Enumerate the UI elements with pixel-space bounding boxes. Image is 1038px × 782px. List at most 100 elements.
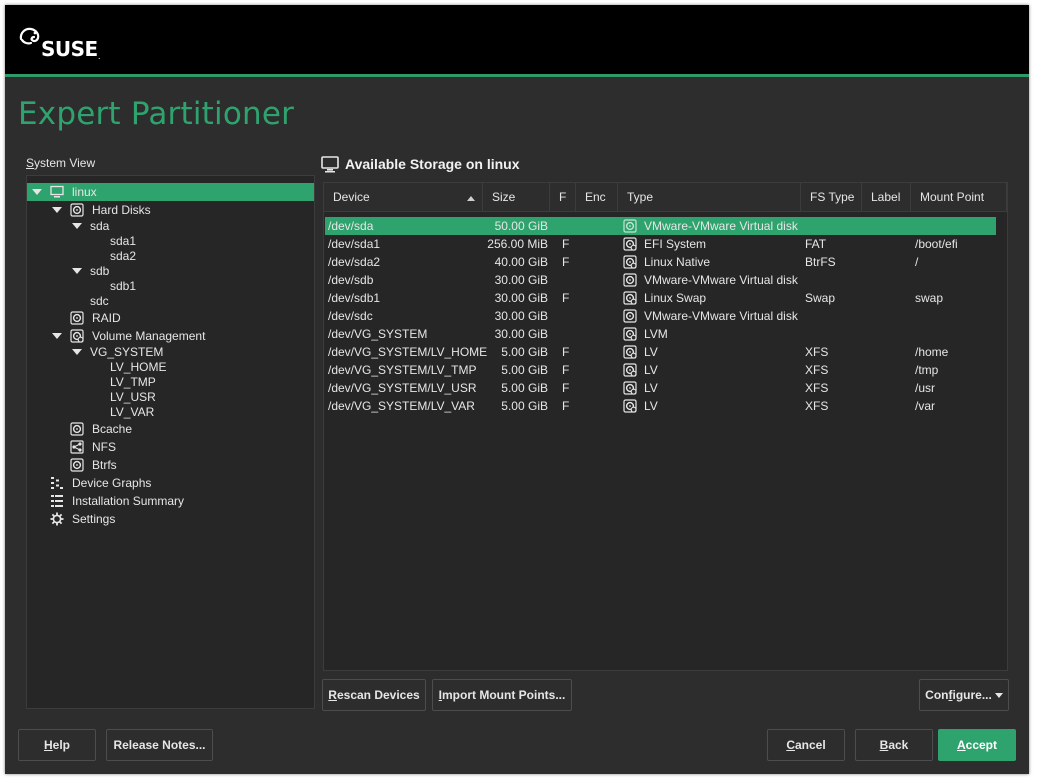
fs-type-cell: BtrFS xyxy=(805,255,836,269)
disk-icon xyxy=(623,309,637,323)
logo-dot: . xyxy=(98,51,101,61)
chevron-down-icon[interactable] xyxy=(32,189,42,195)
tree-item-settings[interactable]: Settings xyxy=(27,510,314,528)
available-storage-title: Available Storage on linux xyxy=(345,156,520,172)
size-cell: 5.00 GiB xyxy=(501,399,548,413)
release-notes-button[interactable]: Release Notes... xyxy=(106,729,213,761)
table-row[interactable]: /dev/sda 50.00 GiB VMware-VMware Virtual d… xyxy=(325,217,996,235)
partition-icon xyxy=(623,255,637,269)
tree-item-sdc[interactable]: sdc xyxy=(27,292,314,310)
type-cell: LV xyxy=(644,381,658,395)
tree-item-lv-var[interactable]: LV_VAR xyxy=(27,403,314,421)
device-cell: /dev/sdc xyxy=(328,309,373,323)
size-cell: 5.00 GiB xyxy=(501,363,548,377)
tree-item-btrfs[interactable]: Btrfs xyxy=(27,456,314,474)
page-title: Expert Partitioner xyxy=(18,96,295,132)
table-row[interactable]: /dev/VG_SYSTEM/LV_HOME 5.00 GiB F LV XFS/hom… xyxy=(324,343,1007,361)
fs-type-cell: FAT xyxy=(805,237,827,251)
tree-item-installation-summary[interactable]: Installation Summary xyxy=(27,492,314,510)
column-header-fs-type[interactable]: FS Type xyxy=(801,183,862,212)
chevron-down-icon[interactable] xyxy=(72,223,82,229)
back-button[interactable]: Back xyxy=(855,729,933,761)
raid-icon xyxy=(70,311,84,325)
chameleon-icon xyxy=(19,27,40,45)
type-cell: Linux Swap xyxy=(644,291,707,305)
column-header-device[interactable]: Device xyxy=(324,183,483,212)
configure-menu-button[interactable]: Configure... xyxy=(919,679,1009,711)
button-label: Con xyxy=(925,688,949,702)
button-label: elp xyxy=(52,738,70,752)
tree-item-label: NFS xyxy=(92,440,116,454)
table-row[interactable]: /dev/sda2 40.00 GiB F Linux Native BtrFS / xyxy=(324,253,1007,271)
table-row[interactable]: /dev/sdb 30.00 GiB VMware-VMware Virtual d… xyxy=(324,271,1007,289)
format-flag-cell: F xyxy=(562,291,570,305)
import-mount-points-button[interactable]: Import Mount Points... xyxy=(432,679,572,711)
format-flag-cell: F xyxy=(562,345,570,359)
type-cell: LV xyxy=(644,399,658,413)
type-cell: VMware-VMware Virtual disk xyxy=(644,309,798,323)
tree-item-label: Settings xyxy=(72,512,116,526)
nfs-icon xyxy=(70,440,84,454)
tree-item-label: Device Graphs xyxy=(72,476,152,490)
column-header-type[interactable]: Type xyxy=(618,183,801,212)
size-cell: 30.00 GiB xyxy=(494,309,548,323)
mnemonic: S xyxy=(26,156,35,170)
chevron-down-icon[interactable] xyxy=(72,268,82,274)
size-cell: 30.00 GiB xyxy=(494,291,548,305)
tree-item-label: sdc xyxy=(90,294,109,308)
system-view-tree[interactable]: linux Hard Disks sda sda1 sda2 sdb sdb1 sdc RAID… xyxy=(26,175,315,709)
installer-window: SUSE . Expert Partitioner System View li… xyxy=(5,5,1029,774)
help-button[interactable]: Help xyxy=(18,729,96,761)
column-header-mount-point[interactable]: Mount Point xyxy=(911,183,1007,212)
fs-type-cell: XFS xyxy=(805,399,829,413)
tree-item-device-graphs[interactable]: Device Graphs xyxy=(27,474,314,492)
device-graphs-icon xyxy=(50,476,64,490)
hard-disk-icon xyxy=(70,203,84,217)
type-cell: VMware-VMware Virtual disk xyxy=(644,219,798,233)
system-view-label-text: ystem View xyxy=(34,156,96,170)
tree-item-label: Btrfs xyxy=(92,458,117,472)
table-row[interactable]: /dev/VG_SYSTEM/LV_TMP 5.00 GiB F LV XFS/tmp xyxy=(324,361,1007,379)
tree-item-raid[interactable]: RAID xyxy=(27,309,314,327)
mnemonic: R xyxy=(328,688,337,702)
column-header-size[interactable]: Size xyxy=(483,183,550,212)
size-cell: 5.00 GiB xyxy=(501,345,548,359)
computer-icon xyxy=(50,185,64,199)
column-header-f[interactable]: F xyxy=(550,183,576,212)
size-cell: 256.00 MiB xyxy=(487,237,548,251)
chevron-down-icon[interactable] xyxy=(52,207,62,213)
table-row[interactable]: /dev/sda1 256.00 MiB F EFI System FAT/boot/e… xyxy=(324,235,1007,253)
rescan-devices-button[interactable]: Rescan Devices xyxy=(322,679,426,711)
table-row[interactable]: /dev/sdb1 30.00 GiB F Linux Swap Swap swap xyxy=(324,289,1007,307)
table-row[interactable]: /dev/VG_SYSTEM 30.00 GiB LVM xyxy=(324,325,1007,343)
format-flag-cell: F xyxy=(562,363,570,377)
partition-icon xyxy=(623,363,637,377)
cancel-button[interactable]: Cancel xyxy=(767,729,845,761)
column-header-label[interactable]: Label xyxy=(862,183,911,212)
tree-item-label: RAID xyxy=(92,311,121,325)
tree-item-linux[interactable]: linux xyxy=(27,183,314,201)
tree-item-nfs[interactable]: NFS xyxy=(27,438,314,456)
type-cell: VMware-VMware Virtual disk xyxy=(644,273,798,287)
partition-icon xyxy=(623,399,637,413)
accept-button[interactable]: Accept xyxy=(938,729,1016,761)
device-cell: /dev/VG_SYSTEM/LV_HOME xyxy=(328,345,488,359)
table-row[interactable]: /dev/VG_SYSTEM/LV_USR 5.00 GiB F LV XFS/usr xyxy=(324,379,1007,397)
mnemonic: B xyxy=(879,738,889,752)
button-label: ccept xyxy=(965,738,998,752)
mount-point-cell: /home xyxy=(915,345,949,359)
chevron-down-icon[interactable] xyxy=(72,349,82,355)
chevron-down-icon[interactable] xyxy=(52,333,62,339)
storage-table[interactable]: Device Size F Enc Type FS Type Label Mount Poin… xyxy=(323,182,1008,671)
format-flag-cell: F xyxy=(562,255,570,269)
tree-item-bcache[interactable]: Bcache xyxy=(27,420,314,438)
type-cell: Linux Native xyxy=(644,255,711,269)
table-row[interactable]: /dev/sdc 30.00 GiB VMware-VMware Virtual d… xyxy=(324,307,1007,325)
device-cell: /dev/VG_SYSTEM/LV_VAR xyxy=(328,399,475,413)
column-header-enc[interactable]: Enc xyxy=(576,183,618,212)
format-flag-cell: F xyxy=(562,399,570,413)
mount-point-cell: /usr xyxy=(915,381,936,395)
button-label: escan Devices xyxy=(336,688,420,702)
table-row[interactable]: /dev/VG_SYSTEM/LV_VAR 5.00 GiB F LV XFS/var xyxy=(324,397,1007,415)
mnemonic: H xyxy=(43,738,53,752)
